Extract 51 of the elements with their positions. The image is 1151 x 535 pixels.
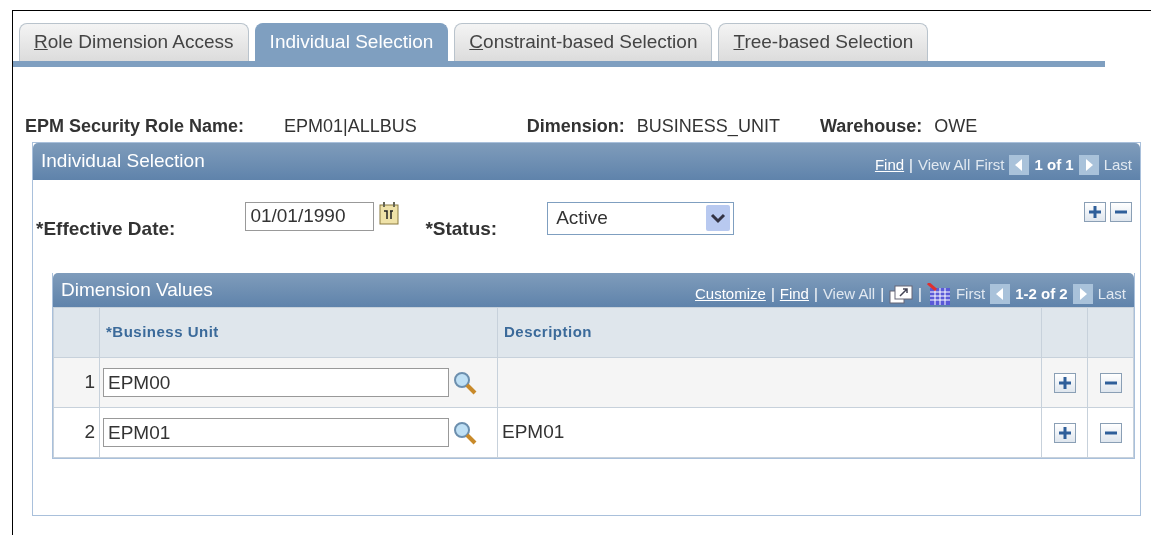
page-counter: 1 of 1	[1034, 154, 1074, 175]
nav-link: View All	[822, 283, 876, 304]
chevron-down-icon	[706, 205, 731, 231]
search-icon[interactable]	[453, 420, 477, 445]
column-header: Description	[497, 307, 1042, 358]
nav-link: Last	[1097, 283, 1126, 304]
separator: |	[918, 283, 922, 304]
search-icon[interactable]	[453, 370, 477, 395]
separator: |	[770, 283, 775, 304]
separator: |	[909, 154, 913, 175]
delete-row-button[interactable]	[1110, 201, 1132, 222]
tab[interactable]: Role Dimension Access	[19, 23, 249, 61]
column-header: *Business Unit	[99, 307, 498, 358]
nav-link[interactable]: Customize	[695, 282, 766, 306]
add-row-button[interactable]	[1084, 201, 1106, 222]
row-number: 2	[53, 407, 100, 458]
plus-icon	[1057, 375, 1072, 390]
field-value: OWE	[934, 114, 978, 138]
delete-row-button[interactable]	[1099, 422, 1122, 443]
nav-link: First	[955, 283, 986, 304]
field-label: Dimension:	[526, 114, 625, 138]
grid-title: Dimension Values	[61, 277, 213, 302]
grid-title: Individual Selection	[41, 148, 205, 173]
delete-row-button[interactable]	[1099, 372, 1122, 393]
field-value: EPM01|ALLBUS	[284, 114, 417, 138]
row-number: 1	[53, 357, 100, 408]
spreadsheet-icon[interactable]	[926, 283, 951, 305]
field-label: *Status:	[425, 216, 498, 241]
nav-link: View All	[918, 154, 971, 175]
date-field[interactable]: 01/01/1990	[245, 201, 375, 231]
plus-icon	[1057, 425, 1072, 440]
field-label: *Effective Date:	[36, 216, 176, 241]
new-window-icon[interactable]	[889, 284, 914, 304]
field-label: EPM Security Role Name:	[25, 114, 245, 138]
page-counter: 1-2 of 2	[1015, 283, 1068, 304]
plus-icon	[1088, 204, 1102, 219]
separator: |	[813, 283, 818, 304]
tab[interactable]: Constraint-based Selection	[454, 23, 713, 61]
calendar-icon[interactable]	[379, 201, 400, 225]
description-text: EPM01	[502, 421, 565, 443]
add-row-button[interactable]	[1053, 422, 1076, 443]
tab[interactable]: Tree-based Selection	[718, 23, 929, 61]
add-row-button[interactable]	[1053, 372, 1076, 393]
nav-link: First	[975, 154, 1005, 175]
field-value: BUSINESS_UNIT	[636, 114, 780, 139]
field-label: Warehouse:	[819, 114, 923, 138]
nav-link: Last	[1103, 154, 1132, 175]
status-dropdown[interactable]: Active	[547, 201, 735, 235]
separator: |	[880, 283, 885, 304]
business-unit-field[interactable]: EPM01	[103, 418, 449, 447]
business-unit-field[interactable]: EPM00	[103, 368, 449, 397]
